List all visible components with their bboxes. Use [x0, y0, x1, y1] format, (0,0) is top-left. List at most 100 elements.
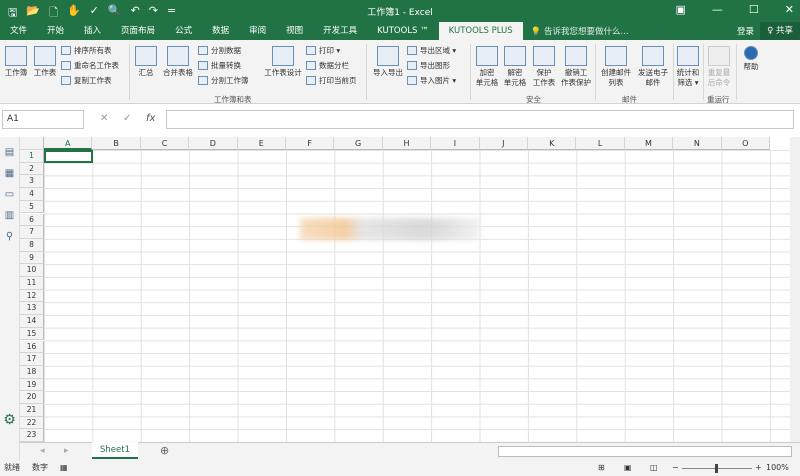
- protect-sheet-button[interactable]: 保护 工作表: [530, 46, 558, 88]
- export-range-button[interactable]: 导出区域 ▾: [407, 45, 456, 56]
- row-header-21[interactable]: 21: [20, 404, 44, 417]
- merge-tables-button[interactable]: 合并表格: [160, 46, 196, 78]
- insert-function-icon[interactable]: fx: [146, 113, 155, 124]
- row-header-13[interactable]: 13: [20, 302, 44, 316]
- name-manager-icon[interactable]: ▥: [0, 210, 19, 221]
- row-header-2[interactable]: 2: [20, 162, 44, 176]
- next-sheet-icon[interactable]: ▸: [64, 446, 69, 456]
- print-button[interactable]: 打印 ▾: [306, 45, 340, 56]
- close-button[interactable]: ✕: [785, 3, 794, 16]
- copy-sheets-button[interactable]: 复制工作表: [61, 75, 112, 86]
- horizontal-scrollbar[interactable]: [498, 446, 792, 457]
- column-header-C[interactable]: C: [140, 137, 190, 150]
- column-header-O[interactable]: O: [721, 137, 770, 150]
- tab-insert[interactable]: 插入: [74, 22, 111, 40]
- tab-home[interactable]: 开始: [37, 22, 74, 40]
- zoom-slider[interactable]: [682, 464, 752, 473]
- row-header-19[interactable]: 19: [20, 378, 44, 392]
- row-header-7[interactable]: 7: [20, 226, 44, 239]
- split-data-button[interactable]: 分割数据: [198, 45, 241, 56]
- workbook-nav-icon[interactable]: ▤: [0, 147, 19, 158]
- row-header-17[interactable]: 17: [20, 353, 44, 366]
- unprotect-sheet-button[interactable]: 撤销工 作表保护: [559, 46, 593, 88]
- row-header-12[interactable]: 12: [20, 289, 44, 303]
- row-header-6[interactable]: 6: [20, 213, 44, 227]
- find-replace-icon[interactable]: ⚲: [0, 231, 19, 242]
- zoom-level[interactable]: 100%: [766, 460, 789, 476]
- tab-data[interactable]: 数据: [202, 22, 239, 40]
- normal-view-icon[interactable]: ⊞: [598, 460, 605, 476]
- column-header-J[interactable]: J: [479, 137, 528, 150]
- prev-sheet-icon[interactable]: ◂: [40, 446, 45, 456]
- tab-file[interactable]: 文件: [0, 22, 37, 40]
- decrypt-cells-button[interactable]: 解密 单元格: [501, 46, 529, 88]
- cell-area[interactable]: [44, 150, 800, 442]
- column-header-B[interactable]: B: [92, 137, 141, 150]
- maximize-button[interactable]: ☐: [749, 3, 759, 16]
- column-header-M[interactable]: M: [624, 137, 674, 150]
- login-link[interactable]: 登录: [737, 25, 754, 37]
- enter-icon[interactable]: ✓: [123, 113, 131, 124]
- name-box[interactable]: A1: [2, 110, 84, 129]
- tab-formulas[interactable]: 公式: [165, 22, 202, 40]
- batch-convert-button[interactable]: 批量转换: [198, 60, 241, 71]
- tab-page-layout[interactable]: 页面布局: [111, 22, 165, 40]
- row-header-20[interactable]: 20: [20, 391, 44, 404]
- cancel-icon[interactable]: ✕: [100, 113, 108, 124]
- zoom-in-icon[interactable]: +: [755, 460, 762, 476]
- zoom-slider-thumb[interactable]: [715, 464, 718, 473]
- column-header-K[interactable]: K: [528, 137, 577, 150]
- column-header-E[interactable]: E: [237, 137, 286, 150]
- column-header-L[interactable]: L: [576, 137, 625, 150]
- encrypt-cells-button[interactable]: 加密 单元格: [474, 46, 500, 88]
- add-sheet-icon[interactable]: ⊕: [160, 444, 169, 457]
- minimize-button[interactable]: —: [712, 3, 723, 16]
- formula-input[interactable]: [166, 110, 794, 129]
- row-header-4[interactable]: 4: [20, 188, 44, 201]
- row-header-9[interactable]: 9: [20, 251, 44, 265]
- export-graphic-button[interactable]: 导出图形: [407, 60, 450, 71]
- tab-view[interactable]: 视图: [276, 22, 313, 40]
- row-header-8[interactable]: 8: [20, 238, 44, 252]
- print-current-page-button[interactable]: 打印当前页: [306, 75, 357, 86]
- column-header-A[interactable]: A: [44, 137, 93, 150]
- sheet-tab-sheet1[interactable]: Sheet1: [92, 442, 138, 459]
- settings-icon[interactable]: ⚙: [0, 412, 19, 428]
- tab-review[interactable]: 审阅: [239, 22, 276, 40]
- row-header-23[interactable]: 23: [20, 429, 44, 443]
- sheet-nav-icon[interactable]: ▦: [0, 168, 19, 179]
- ribbon-display-icon[interactable]: ▣: [676, 3, 686, 16]
- data-split-column-button[interactable]: 数据分栏: [306, 60, 349, 71]
- row-header-14[interactable]: 14: [20, 315, 44, 328]
- rename-sheets-button[interactable]: 重命名工作表: [61, 60, 119, 71]
- send-email-button[interactable]: 发送电子 邮件: [635, 46, 671, 88]
- split-workbook-button[interactable]: 分割工作簿: [198, 75, 249, 86]
- import-export-button[interactable]: 导入导出: [370, 46, 406, 78]
- column-header-I[interactable]: I: [431, 137, 480, 150]
- create-mail-list-button[interactable]: 创建邮件 列表: [598, 46, 634, 88]
- row-header-15[interactable]: 15: [20, 327, 44, 341]
- sheet-design-button[interactable]: 工作表设计: [262, 46, 304, 78]
- tab-kutools[interactable]: KUTOOLS ™: [367, 22, 438, 40]
- zoom-out-icon[interactable]: −: [672, 460, 679, 476]
- worksheet-button[interactable]: 工作表: [31, 46, 59, 78]
- row-header-5[interactable]: 5: [20, 200, 44, 214]
- row-header-16[interactable]: 16: [20, 340, 44, 354]
- row-header-18[interactable]: 18: [20, 365, 44, 379]
- column-header-N[interactable]: N: [673, 137, 722, 150]
- column-header-D[interactable]: D: [189, 137, 238, 150]
- stats-filter-button[interactable]: 统计和 筛选 ▾: [675, 46, 701, 88]
- selected-cell-a1[interactable]: [44, 150, 93, 163]
- page-layout-view-icon[interactable]: ▣: [624, 460, 632, 476]
- vertical-scrollbar[interactable]: [790, 137, 800, 442]
- row-header-22[interactable]: 22: [20, 416, 44, 430]
- sort-sheets-button[interactable]: 排序所有表: [61, 45, 112, 56]
- column-header-F[interactable]: F: [286, 137, 335, 150]
- tab-developer[interactable]: 开发工具: [313, 22, 367, 40]
- summary-button[interactable]: 汇总: [133, 46, 159, 78]
- share-button[interactable]: ♀ 共享: [760, 22, 800, 40]
- help-button[interactable]: 帮助: [739, 46, 763, 72]
- macro-record-icon[interactable]: ▦: [60, 460, 68, 476]
- column-header-H[interactable]: H: [382, 137, 432, 150]
- select-all-corner[interactable]: [20, 137, 44, 150]
